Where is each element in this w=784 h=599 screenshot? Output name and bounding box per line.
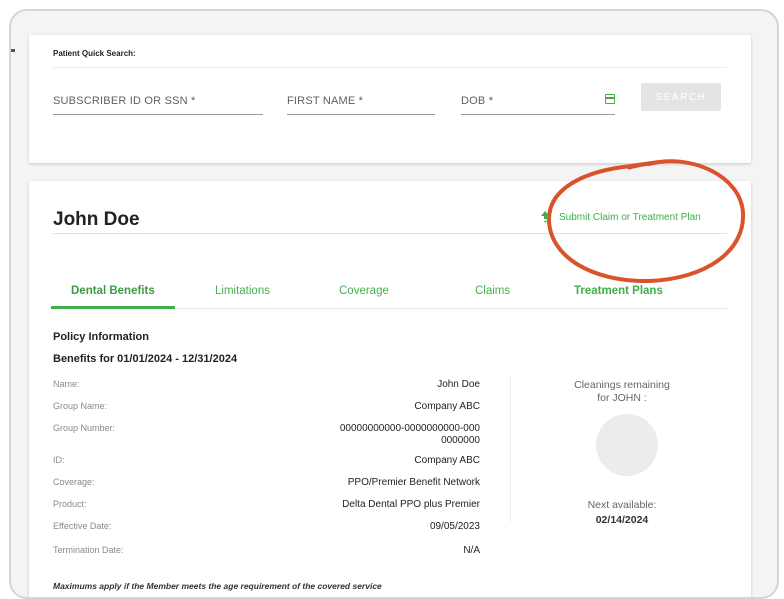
product-value: Delta Dental PPO plus Premier [342, 499, 480, 510]
quick-search-title: Patient Quick Search: [53, 49, 136, 58]
column-divider [510, 377, 511, 522]
edge-mark [11, 49, 15, 52]
group-name-label: Group Name: [53, 401, 108, 411]
patient-name: John Doe [53, 209, 140, 230]
cleanings-label-line2: for JOHN : [597, 392, 647, 404]
next-available-label: Next available: [587, 499, 657, 511]
coverage-value: PPO/Premier Benefit Network [347, 477, 480, 488]
effective-date-label: Effective Date: [53, 521, 112, 531]
cleanings-label-line1: Cleanings remaining [574, 379, 670, 391]
dob-field[interactable]: DOB * [461, 89, 615, 115]
policy-information-title: Policy Information [53, 331, 149, 343]
upload-icon [541, 211, 550, 221]
benefit-tabs: Dental Benefits Limitations Coverage Cla… [51, 285, 727, 309]
effective-date-value: 09/05/2023 [429, 521, 480, 532]
dob-label: DOB * [461, 95, 494, 107]
divider [53, 67, 727, 68]
cleanings-remaining-label: Cleanings remaining for JOHN : [527, 379, 717, 405]
tab-coverage[interactable]: Coverage [339, 285, 389, 297]
product-label: Product: [53, 499, 87, 509]
tab-limitations[interactable]: Limitations [215, 285, 270, 297]
name-value: John Doe [437, 379, 480, 390]
coverage-label: Coverage: [53, 477, 95, 487]
cleanings-count-circle [596, 414, 658, 476]
window-frame: Patient Quick Search: SUBSCRIBER ID OR S… [9, 9, 779, 599]
group-number-value: 00000000000-0000000000-000 [339, 423, 480, 434]
tab-claims[interactable]: Claims [475, 285, 510, 297]
submit-claim-link[interactable]: Submit Claim or Treatment Plan [541, 211, 701, 223]
first-name-label: FIRST NAME * [287, 95, 364, 107]
termination-date-label: Termination Date: [53, 545, 124, 555]
benefits-period: Benefits for 01/01/2024 - 12/31/2024 [53, 353, 238, 365]
tab-treatment-plans[interactable]: Treatment Plans [574, 285, 663, 297]
next-available-date: 02/14/2024 [595, 514, 649, 526]
first-name-field[interactable]: FIRST NAME * [287, 89, 435, 115]
group-number-value-cont: 0000000 [441, 435, 480, 446]
calendar-icon[interactable] [605, 94, 615, 104]
group-number-label: Group Number: [53, 423, 116, 433]
subscriber-id-label: SUBSCRIBER ID OR SSN * [53, 95, 196, 107]
id-label: ID: [53, 455, 65, 465]
name-label: Name: [53, 379, 80, 389]
patient-quick-search-card: Patient Quick Search: SUBSCRIBER ID OR S… [29, 35, 751, 163]
submit-claim-label: Submit Claim or Treatment Plan [559, 212, 701, 223]
id-value: Company ABC [414, 455, 480, 466]
divider [53, 233, 727, 234]
tab-dental-benefits[interactable]: Dental Benefits [51, 285, 175, 309]
subscriber-id-field[interactable]: SUBSCRIBER ID OR SSN * [53, 89, 263, 115]
group-name-value: Company ABC [414, 401, 480, 412]
patient-details-card: John Doe Submit Claim or Treatment Plan … [29, 181, 751, 597]
search-button[interactable]: SEARCH [641, 83, 721, 111]
termination-date-value: N/A [463, 545, 480, 556]
